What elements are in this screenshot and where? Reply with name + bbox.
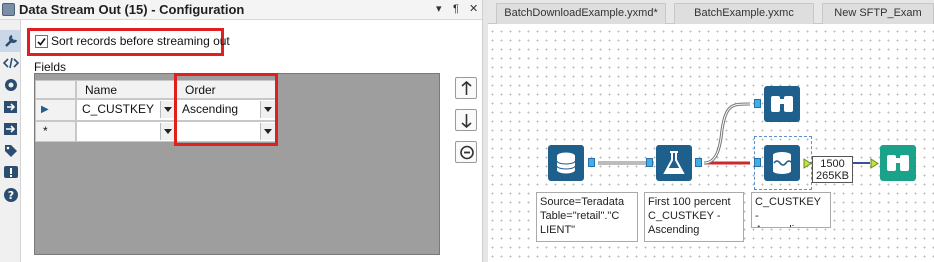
output-tab[interactable] bbox=[0, 118, 21, 140]
svg-text:?: ? bbox=[8, 189, 14, 202]
move-down-button[interactable] bbox=[455, 109, 477, 131]
input-arrow-icon[interactable] bbox=[870, 158, 879, 169]
input-anchor[interactable] bbox=[646, 158, 653, 167]
stream-out-icon bbox=[773, 152, 793, 174]
output-anchor[interactable] bbox=[588, 158, 595, 167]
new-row-icon: * bbox=[43, 124, 48, 138]
input-anchor[interactable] bbox=[754, 158, 761, 167]
configuration-panel: Data Stream Out (15) - Configuration ▾ ¶… bbox=[0, 0, 482, 262]
binoculars-icon bbox=[887, 155, 909, 171]
current-row-icon: ▶ bbox=[41, 104, 49, 115]
panel-titlebar: Data Stream Out (15) - Configuration ▾ ¶… bbox=[0, 0, 482, 20]
fields-label: Fields bbox=[34, 60, 67, 74]
help-tab[interactable]: ? bbox=[0, 184, 21, 206]
column-header-name[interactable]: Name bbox=[76, 80, 176, 99]
help-icon: ? bbox=[4, 188, 18, 202]
stream-out-tool-icon bbox=[2, 3, 15, 16]
sort-checkbox-label[interactable]: Sort records before streaming out bbox=[51, 34, 230, 48]
remove-icon bbox=[460, 145, 474, 160]
sort-checkbox[interactable] bbox=[35, 35, 48, 48]
move-up-icon bbox=[461, 81, 472, 95]
pin-button[interactable]: ¶ bbox=[453, 2, 459, 17]
remove-button[interactable] bbox=[455, 141, 477, 163]
code-icon bbox=[3, 57, 19, 69]
panel-title: Data Stream Out (15) - Configuration bbox=[19, 2, 245, 17]
move-up-button[interactable] bbox=[455, 77, 477, 99]
errors-tab[interactable] bbox=[0, 162, 21, 184]
wrench-icon bbox=[5, 34, 18, 47]
sample-tool-annotation: First 100 percent C_CUSTKEY - Ascending bbox=[644, 192, 744, 242]
grid-corner bbox=[35, 80, 76, 99]
output-anchor[interactable] bbox=[695, 158, 702, 167]
input-tool-annotation: Source=Teradata Table="retail"."C LIENT" bbox=[536, 192, 638, 242]
move-down-icon bbox=[461, 114, 472, 128]
sample-tool[interactable] bbox=[656, 145, 692, 181]
configuration-tab[interactable] bbox=[0, 30, 21, 52]
error-icon bbox=[4, 166, 18, 178]
browse-tool-right[interactable] bbox=[880, 145, 916, 181]
order-column-highlight bbox=[174, 73, 278, 146]
stream-out-annotation: C_CUSTKEY - Ascending bbox=[751, 192, 831, 228]
checkmark-icon bbox=[37, 38, 46, 46]
record-count-badge: 1500 265KB bbox=[812, 156, 853, 183]
name-dropdown-button[interactable] bbox=[160, 101, 175, 118]
flask-icon bbox=[663, 151, 685, 174]
name-dropdown-button[interactable] bbox=[160, 123, 175, 140]
binoculars-icon bbox=[771, 96, 793, 112]
data-stream-out-tool[interactable] bbox=[764, 145, 800, 181]
name-cell[interactable] bbox=[76, 121, 176, 142]
chevron-down-icon bbox=[164, 129, 172, 134]
chevron-down-icon bbox=[164, 107, 172, 112]
input-data-tool[interactable] bbox=[548, 145, 584, 181]
code-tab[interactable] bbox=[0, 52, 21, 74]
name-cell[interactable]: C_CUSTKEY bbox=[76, 99, 176, 121]
row-indicator[interactable]: ▶ bbox=[35, 99, 76, 121]
close-button[interactable]: ✕ bbox=[469, 2, 478, 17]
output-arrow-icon[interactable] bbox=[803, 158, 812, 169]
settings-tab[interactable] bbox=[0, 74, 21, 96]
export-icon bbox=[4, 123, 17, 135]
input-tab[interactable] bbox=[0, 96, 21, 118]
tag-icon bbox=[5, 145, 17, 157]
input-anchor[interactable] bbox=[754, 99, 761, 108]
annotation-tab[interactable] bbox=[0, 140, 21, 162]
panel-menu-button[interactable]: ▾ bbox=[436, 2, 442, 17]
vertical-toolbar: ? bbox=[0, 20, 21, 262]
new-row-indicator[interactable]: * bbox=[35, 121, 76, 142]
column-header-label: Name bbox=[85, 83, 118, 97]
database-icon bbox=[556, 152, 576, 174]
record-count: 1500 bbox=[820, 158, 845, 170]
browse-tool-top[interactable] bbox=[764, 86, 800, 122]
gear-icon bbox=[5, 79, 17, 91]
import-icon bbox=[4, 101, 17, 113]
name-cell-value: C_CUSTKEY bbox=[82, 102, 155, 116]
sort-option-highlight: Sort records before streaming out bbox=[27, 28, 230, 56]
data-size: 265KB bbox=[815, 170, 850, 182]
